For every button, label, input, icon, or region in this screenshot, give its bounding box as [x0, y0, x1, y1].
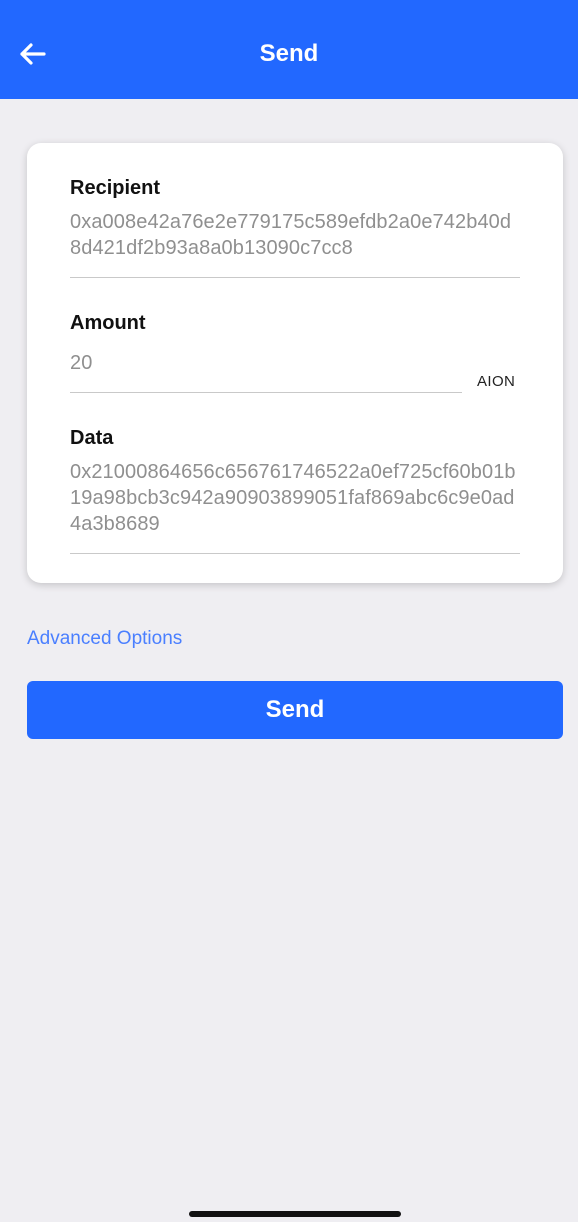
advanced-options-link[interactable]: Advanced Options — [27, 628, 182, 650]
amount-field[interactable]: Amount 20 — [70, 310, 462, 376]
amount-label: Amount — [70, 312, 146, 334]
send-screen: Send Recipient 0xa008e42a76e2e779175c589… — [0, 0, 578, 1222]
data-input[interactable]: 0x21000864656c656761746522a0ef725cf60b01… — [70, 459, 520, 537]
app-header: Send — [0, 0, 578, 99]
recipient-field[interactable]: Recipient 0xa008e42a76e2e779175c589efdb2… — [70, 175, 520, 261]
amount-input[interactable]: 20 — [70, 350, 462, 376]
recipient-input[interactable]: 0xa008e42a76e2e779175c589efdb2a0e742b40d… — [70, 209, 520, 261]
data-field[interactable]: Data 0x21000864656c656761746522a0ef725cf… — [70, 425, 520, 537]
data-label: Data — [70, 427, 114, 449]
amount-underline — [70, 392, 462, 393]
home-indicator — [189, 1211, 401, 1217]
recipient-label: Recipient — [70, 177, 161, 199]
send-form-card: Recipient 0xa008e42a76e2e779175c589efdb2… — [27, 143, 563, 583]
send-button[interactable]: Send — [27, 681, 563, 739]
recipient-underline — [70, 277, 520, 278]
page-title: Send — [259, 40, 319, 67]
data-underline — [70, 553, 520, 554]
amount-unit: AION — [477, 373, 516, 390]
